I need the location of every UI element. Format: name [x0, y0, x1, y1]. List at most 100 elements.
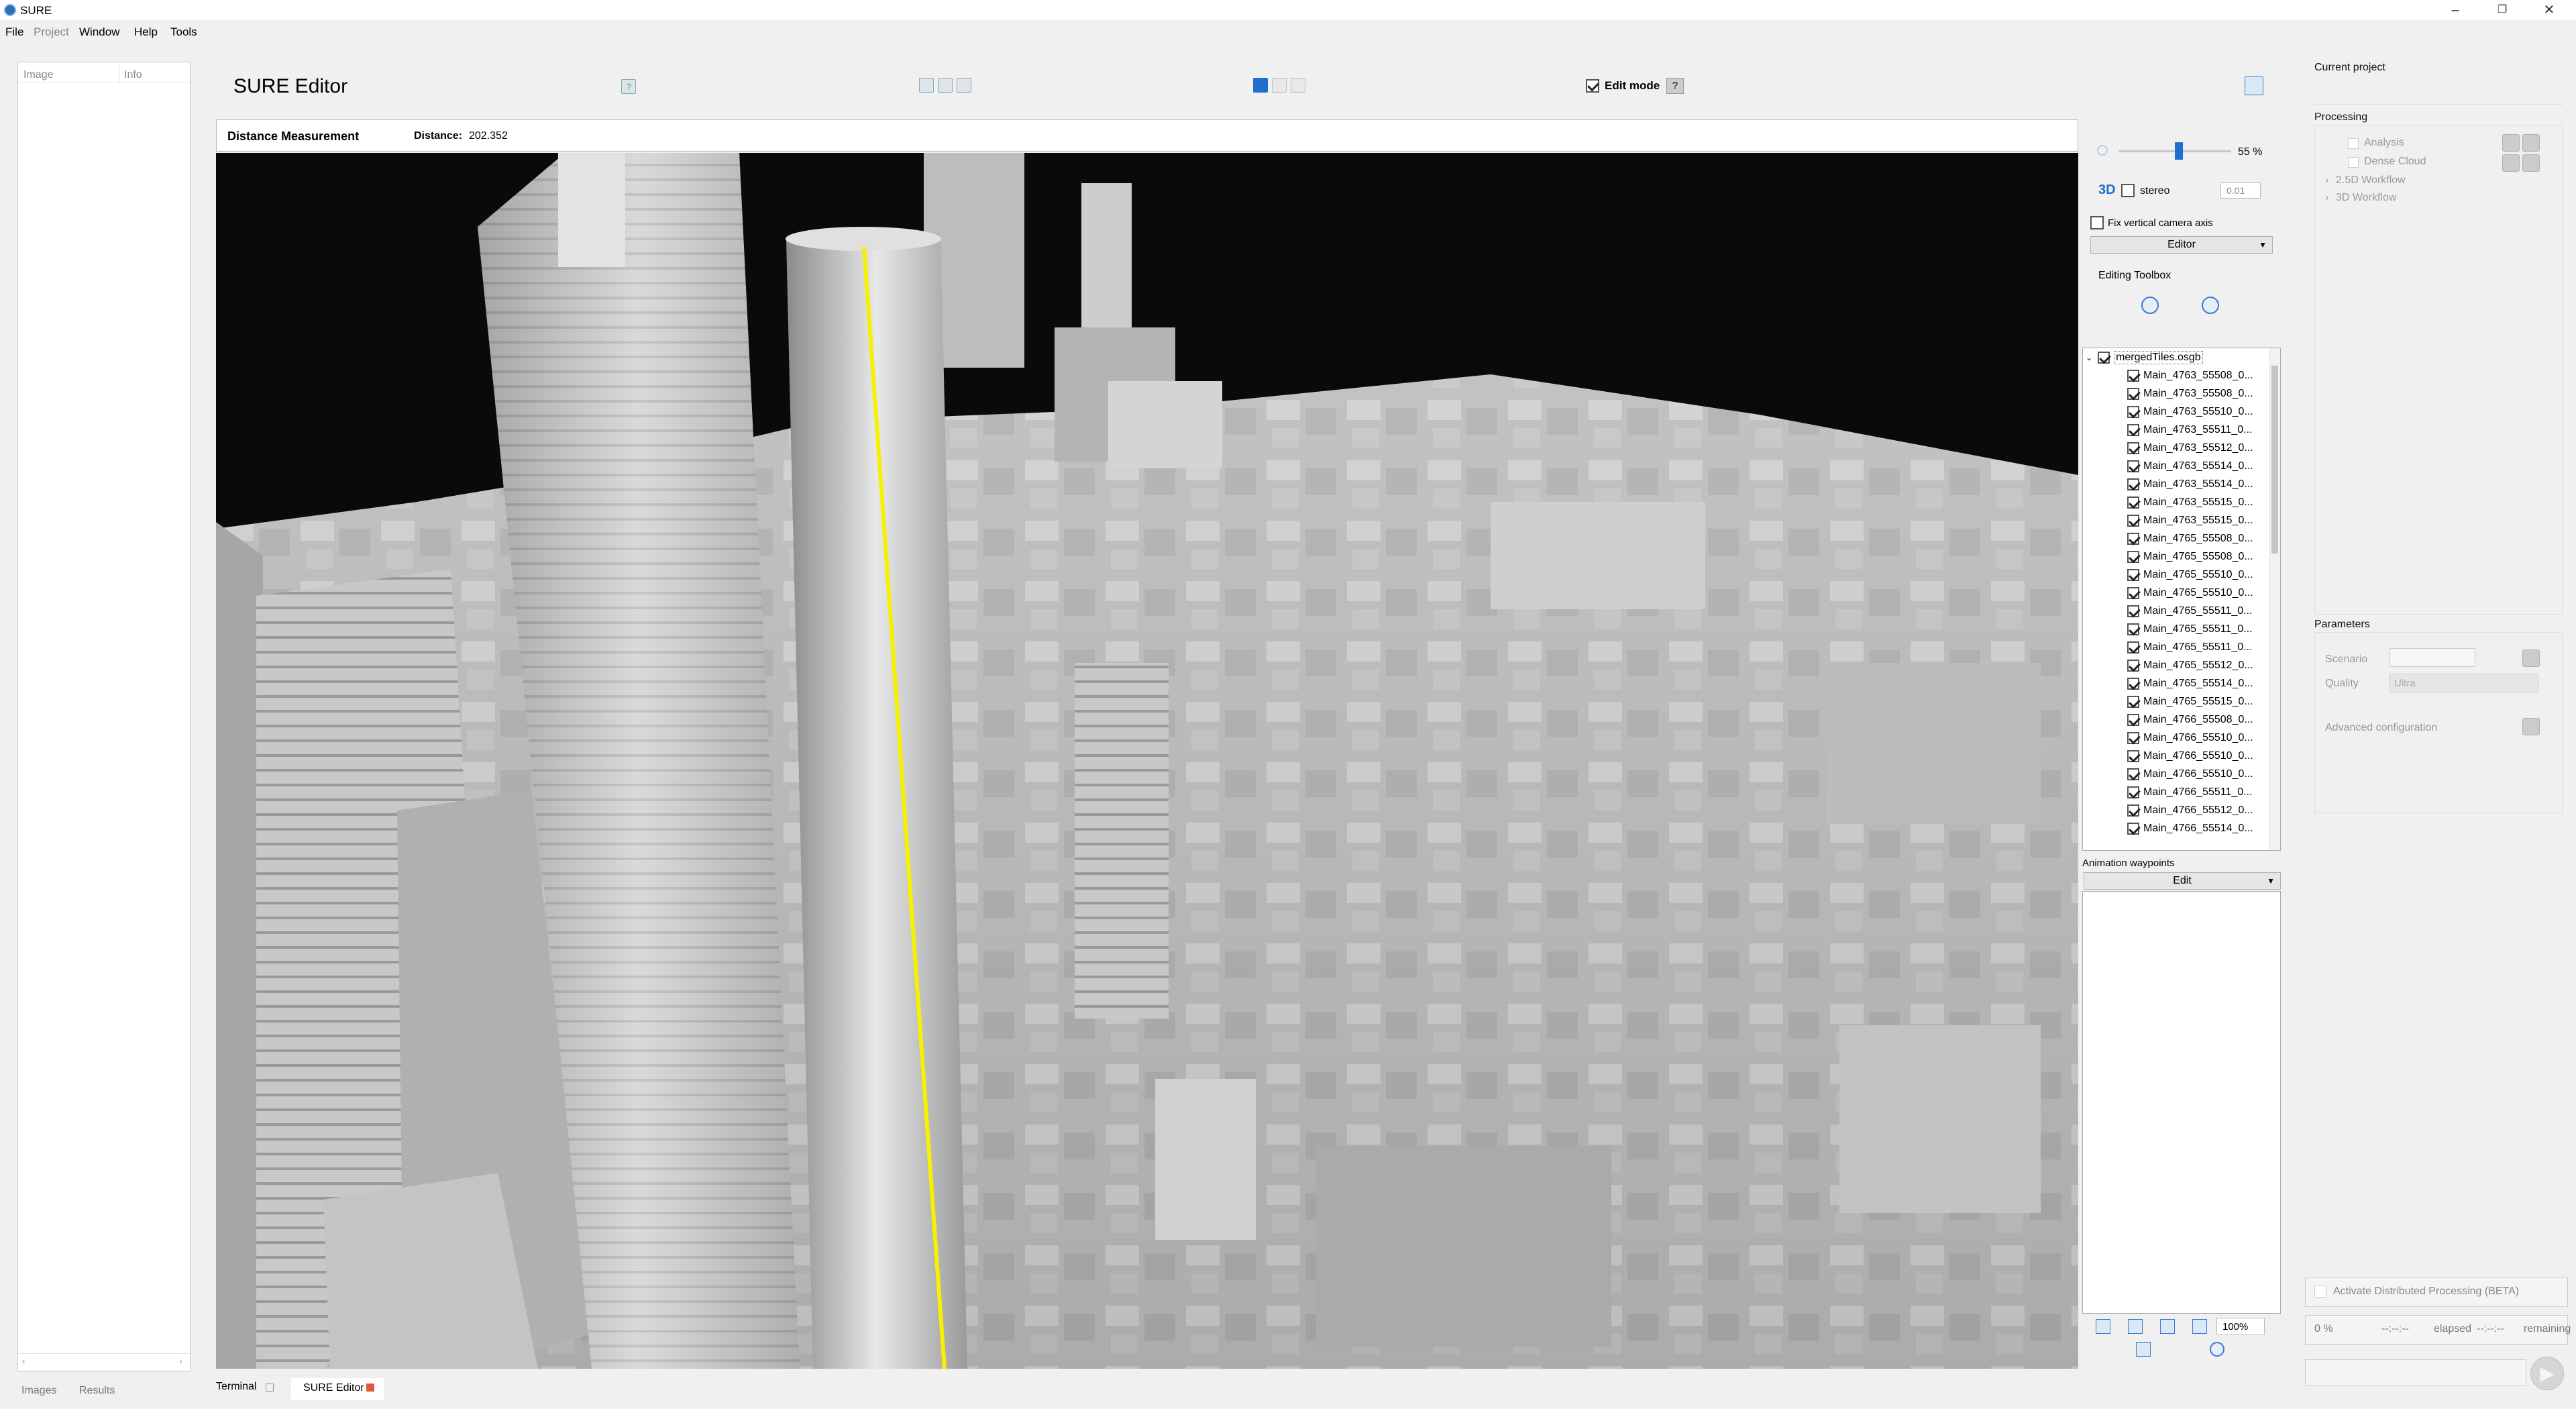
menu-file[interactable]: File — [5, 25, 23, 39]
tree-item[interactable]: Main_4765_55512_0... — [2083, 656, 2280, 674]
tree-root[interactable]: ⌄ mergedTiles.osgb — [2083, 348, 2280, 366]
menu-window[interactable]: Window — [79, 25, 119, 39]
points-view-icon[interactable] — [1291, 78, 1305, 93]
tree-item-checkbox[interactable] — [2127, 659, 2139, 672]
tree-item-checkbox[interactable] — [2127, 786, 2139, 798]
redo-icon[interactable] — [2202, 297, 2219, 314]
fit-height-icon[interactable] — [957, 78, 971, 93]
tree-item-checkbox[interactable] — [2127, 369, 2139, 382]
stereo-value-spinbox[interactable]: 0.01 — [2220, 182, 2261, 199]
analysis-run-icon[interactable] — [2502, 134, 2520, 152]
tree-item[interactable]: Main_4763_55511_0... — [2083, 421, 2280, 439]
tree-item-checkbox[interactable] — [2127, 405, 2139, 418]
tree-item-checkbox[interactable] — [2127, 641, 2139, 654]
animation-waypoints-list[interactable] — [2082, 891, 2281, 1314]
tree-scrollbar-thumb[interactable] — [2271, 366, 2278, 554]
undo-icon[interactable] — [2141, 297, 2159, 314]
tree-item[interactable]: Main_4765_55515_0... — [2083, 692, 2280, 711]
column-image[interactable]: Image — [23, 69, 53, 81]
distributed-checkbox[interactable] — [2314, 1286, 2326, 1298]
tree-item-checkbox[interactable] — [2127, 677, 2139, 690]
tree-item[interactable]: Main_4765_55514_0... — [2083, 674, 2280, 692]
menu-project[interactable]: Project — [34, 25, 69, 39]
edit-mode-checkbox[interactable] — [1586, 79, 1599, 93]
remove-waypoint-icon[interactable] — [2128, 1319, 2143, 1334]
dense-cloud-settings-icon[interactable] — [2522, 154, 2540, 172]
menu-tools[interactable]: Tools — [170, 25, 197, 39]
tree-item[interactable]: Main_4766_55512_0... — [2083, 801, 2280, 819]
zoom-spinbox[interactable]: 100% — [2216, 1318, 2265, 1335]
tile-tree[interactable]: ⌄ mergedTiles.osgb Main_4763_55508_0... M… — [2082, 348, 2281, 851]
tree-scrollbar[interactable] — [2269, 348, 2280, 850]
tree-item-checkbox[interactable] — [2127, 749, 2139, 762]
stereo-checkbox[interactable] — [2121, 184, 2135, 201]
3d-viewport[interactable] — [216, 153, 2078, 1369]
tab-results[interactable]: Results — [79, 1385, 115, 1397]
tree-item[interactable]: Main_4763_55508_0... — [2083, 384, 2280, 403]
tree-item-checkbox[interactable] — [2127, 713, 2139, 726]
edit-mode-help-button[interactable]: ? — [1666, 78, 1684, 94]
scenario-settings-icon[interactable] — [2522, 649, 2540, 667]
target-icon[interactable] — [2210, 1342, 2224, 1357]
tree-item[interactable]: Main_4766_55511_0... — [2083, 783, 2280, 801]
chevron-right-icon[interactable]: › — [2325, 174, 2328, 187]
tree-item-checkbox[interactable] — [2127, 532, 2139, 545]
horizontal-scrollbar[interactable]: ‹ › — [18, 1353, 190, 1369]
screenshot-icon[interactable] — [2245, 76, 2263, 95]
tree-item-checkbox[interactable] — [2127, 605, 2139, 617]
tree-item[interactable]: Main_4766_55510_0... — [2083, 765, 2280, 783]
tree-item[interactable]: Main_4763_55515_0... — [2083, 493, 2280, 511]
tree-item-checkbox[interactable] — [2127, 623, 2139, 635]
mode-select[interactable]: Editor ▼ — [2090, 236, 2273, 254]
opacity-slider-thumb[interactable] — [2175, 142, 2183, 160]
tree-item[interactable]: Main_4765_55510_0... — [2083, 566, 2280, 584]
wireframe-view-icon[interactable] — [1272, 78, 1287, 93]
help-circle-icon[interactable]: ? — [621, 79, 636, 94]
tree-item[interactable]: Main_4766_55510_0... — [2083, 747, 2280, 765]
tree-item-checkbox[interactable] — [2127, 478, 2139, 490]
tab-terminal[interactable]: Terminal — [216, 1381, 256, 1393]
tree-item-checkbox[interactable] — [2127, 568, 2139, 581]
fit-window-icon[interactable] — [938, 78, 953, 93]
tree-item[interactable]: Main_4763_55508_0... — [2083, 366, 2280, 384]
dense-cloud-run-icon[interactable] — [2502, 154, 2520, 172]
restore-icon[interactable]: ❐ — [2482, 1, 2522, 19]
tree-item-checkbox[interactable] — [2127, 695, 2139, 708]
camera-icon[interactable] — [2136, 1342, 2151, 1357]
tree-item[interactable]: Main_4766_55510_0... — [2083, 729, 2280, 747]
animation-edit-select[interactable]: Edit ▼ — [2084, 872, 2281, 890]
tree-item-checkbox[interactable] — [2127, 496, 2139, 509]
record-icon[interactable] — [2192, 1319, 2207, 1334]
image-list-panel[interactable]: Image Info ‹ › — [17, 62, 191, 1371]
shaded-view-icon[interactable] — [1253, 78, 1268, 93]
tree-item[interactable]: Main_4765_55508_0... — [2083, 529, 2280, 547]
tree-item[interactable]: Main_4765_55508_0... — [2083, 547, 2280, 566]
add-waypoint-icon[interactable] — [2096, 1319, 2110, 1334]
tree-item[interactable]: Main_4765_55510_0... — [2083, 584, 2280, 602]
close-icon[interactable] — [266, 1384, 274, 1392]
tree-item-checkbox[interactable] — [2127, 423, 2139, 436]
tree-item-checkbox[interactable] — [2127, 768, 2139, 780]
analysis-settings-icon[interactable] — [2522, 134, 2540, 152]
tree-item[interactable]: Main_4765_55511_0... — [2083, 602, 2280, 620]
chevron-down-icon[interactable]: ⌄ — [2086, 353, 2092, 362]
tree-item[interactable]: Main_4763_55512_0... — [2083, 439, 2280, 457]
tree-item-checkbox[interactable] — [2127, 731, 2139, 744]
workflow-25d-label[interactable]: 2.5D Workflow — [2336, 174, 2406, 187]
analysis-checkbox[interactable] — [2348, 138, 2359, 149]
tree-item[interactable]: Main_4763_55514_0... — [2083, 457, 2280, 475]
play-icon[interactable] — [2160, 1319, 2175, 1334]
tree-item-checkbox[interactable] — [2127, 550, 2139, 563]
quality-select[interactable]: Ultra — [2390, 674, 2538, 692]
tree-item-checkbox[interactable] — [2127, 586, 2139, 599]
advanced-config-icon[interactable] — [2522, 718, 2540, 735]
start-processing-icon[interactable]: ▶ — [2530, 1357, 2564, 1390]
scenario-input[interactable] — [2390, 648, 2475, 667]
tree-item-checkbox[interactable] — [2127, 514, 2139, 527]
column-info[interactable]: Info — [124, 69, 142, 81]
scroll-right-icon[interactable]: › — [179, 1355, 182, 1366]
menu-help[interactable]: Help — [134, 25, 158, 39]
tree-item[interactable]: Main_4766_55514_0... — [2083, 819, 2280, 837]
tab-sure-editor[interactable]: SURE Editor — [303, 1382, 364, 1394]
dense-cloud-checkbox[interactable] — [2348, 157, 2359, 168]
